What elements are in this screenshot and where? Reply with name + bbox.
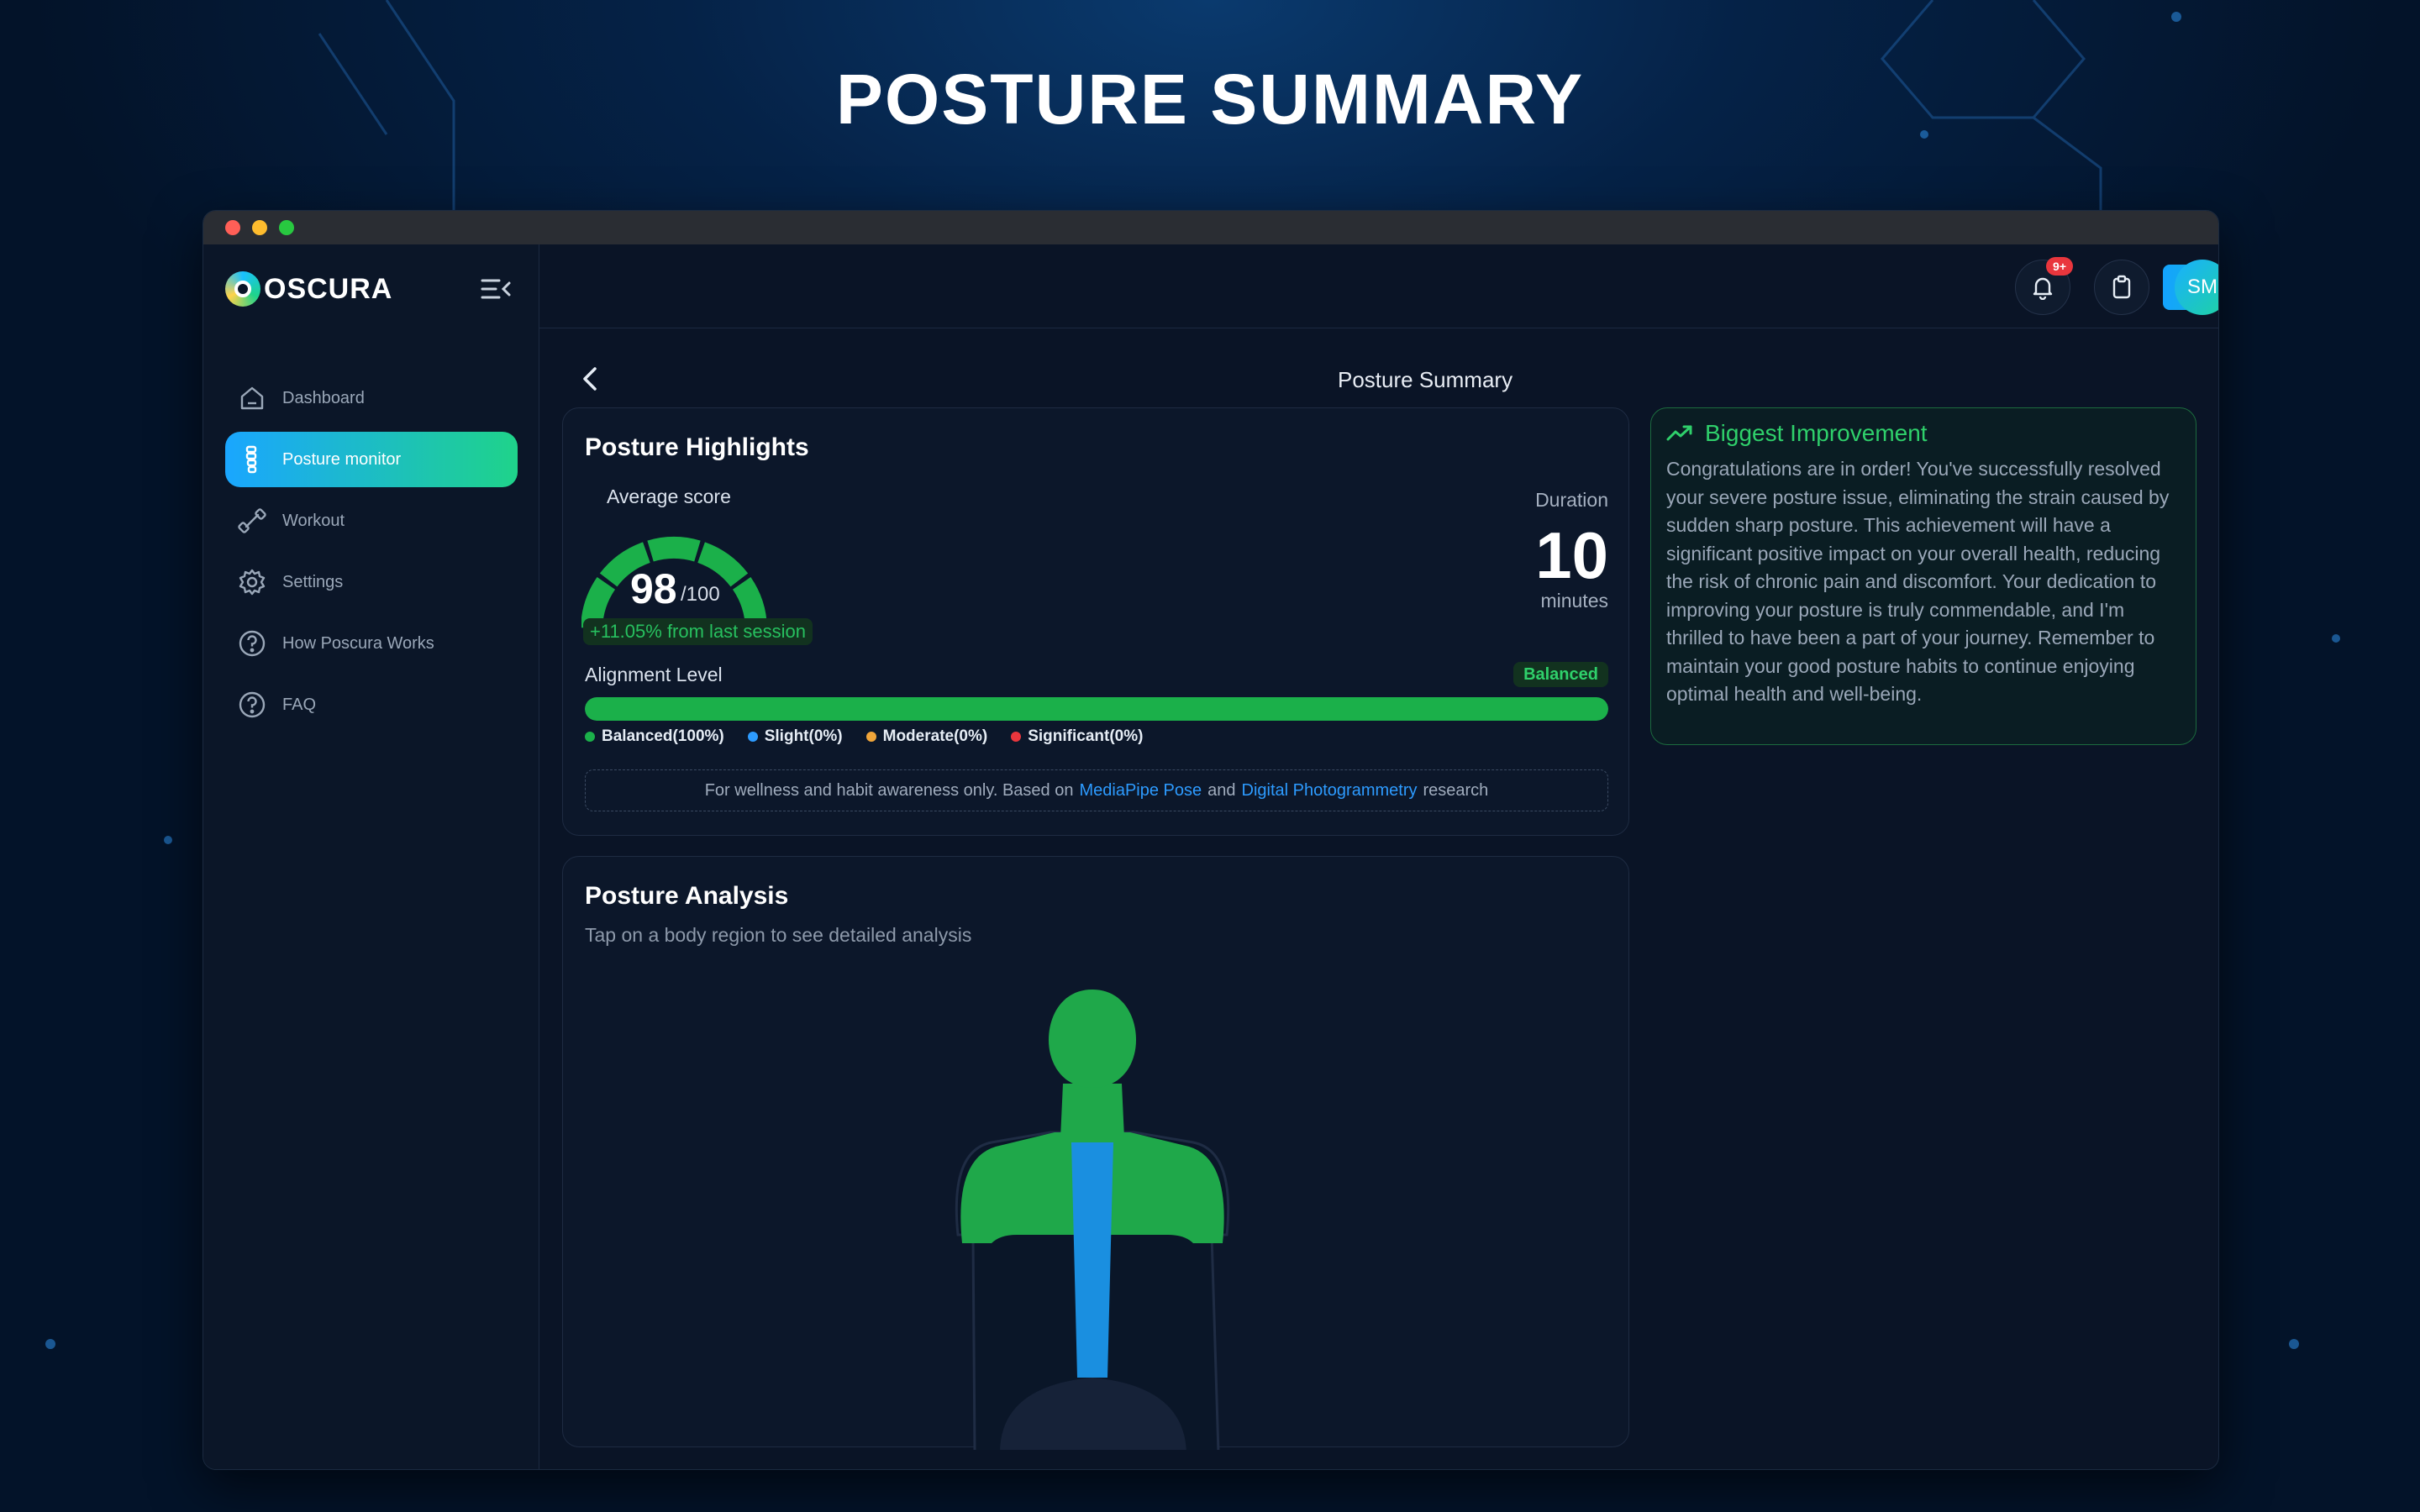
body-figure bbox=[955, 990, 1230, 1450]
biggest-improvement-card: Biggest Improvement Congratulations are … bbox=[1650, 407, 2196, 745]
body-neck-region[interactable] bbox=[1060, 1084, 1124, 1138]
content-title: Posture Summary bbox=[1338, 367, 1513, 392]
sidebar-item-label: Posture monitor bbox=[282, 449, 402, 469]
legend-label: Significant(0%) bbox=[1028, 727, 1144, 745]
sidebar-nav: Dashboard Posture monitor Workout Settin… bbox=[225, 370, 518, 738]
card-title: Posture Highlights bbox=[585, 433, 809, 461]
body-spine-region[interactable] bbox=[1071, 1142, 1113, 1378]
spine-icon bbox=[237, 444, 267, 475]
disclaimer-and: and bbox=[1207, 780, 1236, 800]
improvement-header: Biggest Improvement bbox=[1666, 420, 2181, 447]
disclaimer-suffix: research bbox=[1423, 780, 1489, 800]
sidebar-item-faq[interactable]: FAQ bbox=[225, 677, 518, 732]
duration-unit: minutes bbox=[1540, 590, 1608, 612]
digital-photogrammetry-link[interactable]: Digital Photogrammetry bbox=[1242, 781, 1418, 801]
maximize-window-button[interactable] bbox=[279, 220, 294, 235]
posture-highlights-card: Posture Highlights Average score 98 /100… bbox=[562, 407, 1629, 836]
bell-icon bbox=[2033, 277, 2053, 300]
alignment-level-label: Alignment Level bbox=[585, 664, 723, 685]
disclaimer-prefix: For wellness and habit awareness only. B… bbox=[704, 780, 1074, 800]
collapse-sidebar-icon[interactable] bbox=[481, 276, 513, 302]
clipboard-button[interactable] bbox=[2094, 260, 2149, 315]
legend-label: Slight(0%) bbox=[764, 727, 843, 745]
brand-logo[interactable]: OSCURA bbox=[225, 270, 392, 308]
sidebar: OSCURA Dashboard Posture monitor Workout… bbox=[203, 244, 539, 1469]
dumbbell-icon bbox=[237, 506, 267, 536]
legend-dot bbox=[865, 732, 876, 742]
average-score-label: Average score bbox=[607, 486, 731, 507]
legend-label: Balanced(100%) bbox=[602, 727, 724, 745]
alignment-progress-bar bbox=[585, 697, 1608, 721]
posture-analysis-card: Posture Analysis Tap on a body region to… bbox=[562, 856, 1629, 1450]
topbar: Upgrade 9+SM bbox=[539, 244, 2218, 328]
trending-up-icon bbox=[1666, 425, 1692, 441]
duration-value: 10 bbox=[1535, 518, 1608, 592]
gauge-segment bbox=[697, 542, 749, 587]
score-change-badge: +11.05% from last session bbox=[583, 618, 813, 645]
sidebar-item-settings[interactable]: Settings bbox=[225, 554, 518, 610]
average-score-value: 98 bbox=[630, 565, 677, 612]
legend-dot bbox=[1011, 732, 1022, 742]
legend-item-moderate: Moderate(0%) bbox=[865, 727, 988, 746]
duration-label: Duration bbox=[1535, 489, 1608, 511]
help-circle-icon bbox=[237, 690, 267, 720]
close-window-button[interactable] bbox=[225, 220, 240, 235]
sidebar-item-label: Settings bbox=[282, 572, 344, 591]
poscura-logo-icon bbox=[225, 271, 260, 307]
clipboard-icon bbox=[2112, 275, 2131, 299]
sidebar-item-posture-monitor[interactable]: Posture monitor bbox=[225, 432, 518, 487]
sidebar-item-how-poscura-works[interactable]: How Poscura Works bbox=[225, 616, 518, 671]
minimize-window-button[interactable] bbox=[252, 220, 267, 235]
sidebar-item-label: Dashboard bbox=[282, 388, 365, 407]
legend-dot bbox=[585, 732, 595, 742]
app-window: OSCURA Dashboard Posture monitor Workout… bbox=[203, 210, 2219, 1470]
help-circle-icon bbox=[237, 628, 267, 659]
improvement-text: Congratulations are in order! You've suc… bbox=[1666, 458, 2170, 705]
disclaimer-note: For wellness and habit awareness only. B… bbox=[585, 769, 1608, 811]
card-title: Posture Analysis bbox=[585, 882, 789, 910]
alignment-status-badge: Balanced bbox=[1513, 662, 1608, 687]
mediapipe-pose-link[interactable]: MediaPipe Pose bbox=[1079, 781, 1202, 801]
sidebar-item-workout[interactable]: Workout bbox=[225, 493, 518, 549]
brand-name: OSCURA bbox=[264, 272, 393, 305]
average-score-max: /100 bbox=[681, 583, 720, 606]
legend-item-significant: Significant(0%) bbox=[1011, 727, 1143, 746]
legend-label: Moderate(0%) bbox=[882, 727, 988, 745]
improvement-title: Biggest Improvement bbox=[1705, 420, 1928, 446]
analysis-subtitle: Tap on a body region to see detailed ana… bbox=[585, 924, 972, 946]
legend-dot bbox=[747, 732, 758, 742]
alignment-progress-fill bbox=[585, 697, 1608, 721]
notification-count-badge: 9+ bbox=[2046, 257, 2073, 276]
gauge-segment bbox=[647, 537, 701, 562]
alignment-legend: Balanced(100%) Slight(0%) Moderate(0%) S… bbox=[585, 727, 1143, 746]
sidebar-item-label: FAQ bbox=[282, 695, 317, 714]
window-titlebar bbox=[203, 211, 2218, 244]
home-icon bbox=[237, 383, 267, 413]
legend-item-slight: Slight(0%) bbox=[747, 727, 843, 746]
sidebar-item-dashboard[interactable]: Dashboard bbox=[225, 370, 518, 426]
gear-icon bbox=[237, 567, 267, 597]
legend-item-balanced: Balanced(100%) bbox=[585, 727, 724, 746]
page-heading: POSTURE SUMMARY bbox=[835, 60, 1585, 139]
sidebar-item-label: Workout bbox=[282, 511, 345, 530]
back-arrow-icon[interactable] bbox=[573, 362, 607, 396]
sidebar-item-label: How Poscura Works bbox=[282, 633, 434, 653]
notifications-button[interactable]: 9+ bbox=[2015, 257, 2073, 315]
body-head-region[interactable] bbox=[1049, 990, 1136, 1088]
